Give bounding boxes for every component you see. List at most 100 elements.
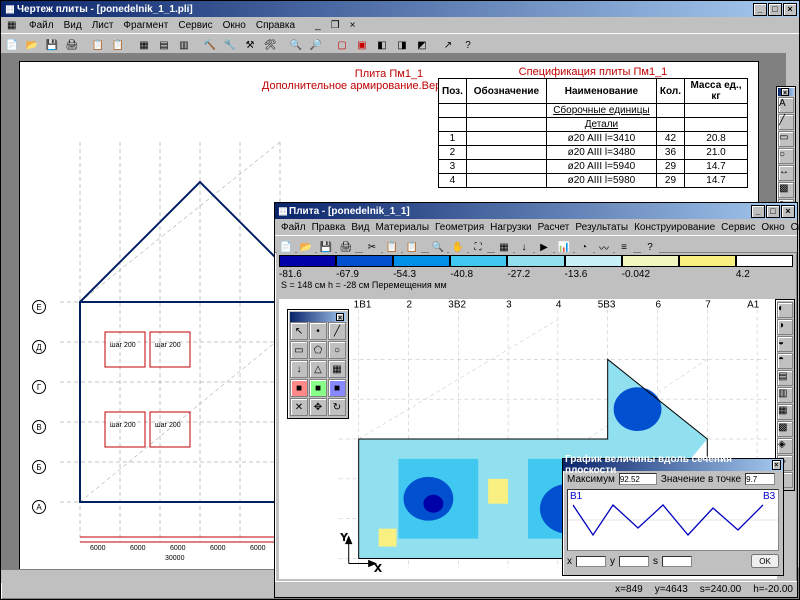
- copy-icon[interactable]: 📋: [89, 36, 107, 54]
- pal-sel-icon[interactable]: ↖: [290, 322, 308, 340]
- c-new-icon[interactable]: 📄: [277, 238, 295, 256]
- c-load-icon[interactable]: ↓: [515, 238, 533, 256]
- mdi-restore-button[interactable]: ❐: [331, 20, 340, 31]
- child-toolpalette[interactable]: × ↖•╱ ▭⬠○ ↓△▦ ■■■ ✕✥↻: [287, 309, 349, 419]
- hammer-icon[interactable]: 🔨: [201, 36, 219, 54]
- pal-sup-icon[interactable]: △: [309, 360, 327, 378]
- graph-pt-input[interactable]: [745, 473, 775, 485]
- arrow-icon[interactable]: ↗: [439, 36, 457, 54]
- child-maximize-button[interactable]: □: [766, 205, 780, 218]
- c-fit-icon[interactable]: ⛶: [469, 238, 487, 256]
- menu-view[interactable]: Вид: [64, 20, 82, 31]
- pal-load-icon[interactable]: ↓: [290, 360, 308, 378]
- pal-del-icon[interactable]: ✕: [290, 398, 308, 416]
- c-pan-icon[interactable]: ✋: [449, 238, 467, 256]
- new-icon[interactable]: 📄: [3, 36, 21, 54]
- vtb-circle-icon[interactable]: ○: [778, 148, 794, 164]
- grid2-icon[interactable]: ▤: [155, 36, 173, 54]
- pal-circ-icon[interactable]: ○: [328, 341, 346, 359]
- c-def-icon[interactable]: 〰: [595, 238, 613, 256]
- red2-icon[interactable]: ▣: [353, 36, 371, 54]
- cvt-8-icon[interactable]: ▩: [777, 421, 793, 437]
- vtb-close-icon[interactable]: ×: [781, 88, 789, 96]
- graph-titlebar[interactable]: График величины вдоль сечения плоскости …: [563, 459, 783, 471]
- menu-window[interactable]: Окно: [223, 20, 246, 31]
- eraser-icon[interactable]: ◧: [373, 36, 391, 54]
- menu-service[interactable]: Сервис: [178, 20, 212, 31]
- pal-poly-icon[interactable]: ⬠: [309, 341, 327, 359]
- tool2-icon[interactable]: 🔧: [221, 36, 239, 54]
- pal-blu-icon[interactable]: ■: [328, 379, 346, 397]
- vtb-line-icon[interactable]: ╱: [778, 114, 794, 130]
- eraser2-icon[interactable]: ◨: [393, 36, 411, 54]
- grid-icon[interactable]: ▦: [135, 36, 153, 54]
- c-open-icon[interactable]: 📂: [297, 238, 315, 256]
- cvt-6-icon[interactable]: ▥: [777, 387, 793, 403]
- pal-grn-icon[interactable]: ■: [309, 379, 327, 397]
- pal-mesh-icon[interactable]: ▦: [328, 360, 346, 378]
- open-icon[interactable]: 📂: [23, 36, 41, 54]
- grid3-icon[interactable]: ▥: [175, 36, 193, 54]
- vtb-text-icon[interactable]: A: [778, 97, 794, 113]
- child-close-button[interactable]: ×: [781, 205, 795, 218]
- zoom-in-icon[interactable]: 🔍: [287, 36, 305, 54]
- graph-ok-button[interactable]: OK: [751, 554, 779, 568]
- c-mesh-icon[interactable]: ▦: [495, 238, 513, 256]
- eraser3-icon[interactable]: ◩: [413, 36, 431, 54]
- red1-icon[interactable]: ▢: [333, 36, 351, 54]
- graph-close-icon[interactable]: ×: [772, 460, 781, 470]
- c-help-icon[interactable]: ?: [641, 238, 659, 256]
- pal-mov-icon[interactable]: ✥: [309, 398, 327, 416]
- cvt-2-icon[interactable]: ◑: [777, 319, 793, 335]
- graph-s-input[interactable]: [662, 556, 692, 567]
- pal-rot-icon[interactable]: ↻: [328, 398, 346, 416]
- c-print-icon[interactable]: 🖨: [337, 238, 355, 256]
- cvt-5-icon[interactable]: ▤: [777, 370, 793, 386]
- save-icon[interactable]: 💾: [43, 36, 61, 54]
- graph-max-input[interactable]: [619, 473, 657, 485]
- zoom-out-icon[interactable]: 🔎: [307, 36, 325, 54]
- paste-icon[interactable]: 📋: [109, 36, 127, 54]
- pal-rect-icon[interactable]: ▭: [290, 341, 308, 359]
- c-zoom-icon[interactable]: 🔍: [429, 238, 447, 256]
- c-run-icon[interactable]: ▶: [535, 238, 553, 256]
- tool4-icon[interactable]: 🛠: [261, 36, 279, 54]
- svg-text:5В3: 5В3: [598, 300, 616, 311]
- c-arm-icon[interactable]: ≡: [615, 238, 633, 256]
- vtb-hatch-icon[interactable]: ▩: [778, 182, 794, 198]
- c-copy-icon[interactable]: 📋: [383, 238, 401, 256]
- c-iso-icon[interactable]: ◔: [575, 238, 593, 256]
- cvt-3-icon[interactable]: ◒: [777, 336, 793, 352]
- cvt-9-icon[interactable]: ◈: [777, 438, 793, 454]
- menu-help[interactable]: Справка: [256, 20, 295, 31]
- graph-panel[interactable]: График величины вдоль сечения плоскости …: [562, 458, 784, 576]
- cvt-1-icon[interactable]: ◐: [777, 302, 793, 318]
- minimize-button[interactable]: _: [753, 3, 767, 16]
- graph-x-input[interactable]: [576, 556, 606, 567]
- cvt-7-icon[interactable]: ▦: [777, 404, 793, 420]
- maximize-button[interactable]: □: [768, 3, 782, 16]
- cvt-4-icon[interactable]: ◓: [777, 353, 793, 369]
- close-button[interactable]: ×: [783, 3, 797, 16]
- palette-close-icon[interactable]: ×: [336, 313, 344, 321]
- graph-y-input[interactable]: [619, 556, 649, 567]
- menu-file[interactable]: Файл: [29, 20, 54, 31]
- child-minimize-button[interactable]: _: [751, 205, 765, 218]
- child-titlebar[interactable]: ▦ Плита - [ponedelnik_1_1] _ □ ×: [275, 203, 797, 219]
- print-icon[interactable]: 🖨: [63, 36, 81, 54]
- pal-red-icon[interactable]: ■: [290, 379, 308, 397]
- c-paste-icon[interactable]: 📋: [403, 238, 421, 256]
- menu-fragment[interactable]: Фрагмент: [123, 20, 168, 31]
- pal-node-icon[interactable]: •: [309, 322, 327, 340]
- pal-line-icon[interactable]: ╱: [328, 322, 346, 340]
- mdi-minimize-button[interactable]: _: [315, 20, 321, 31]
- help-icon[interactable]: ?: [459, 36, 477, 54]
- vtb-dim-icon[interactable]: ↔: [778, 165, 794, 181]
- tool3-icon[interactable]: ⚒: [241, 36, 259, 54]
- mdi-close-button[interactable]: ×: [350, 20, 356, 31]
- vtb-rect-icon[interactable]: ▭: [778, 131, 794, 147]
- c-cut-icon[interactable]: ✂: [363, 238, 381, 256]
- menu-sheet[interactable]: Лист: [92, 20, 114, 31]
- c-save-icon[interactable]: 💾: [317, 238, 335, 256]
- c-res-icon[interactable]: 📊: [555, 238, 573, 256]
